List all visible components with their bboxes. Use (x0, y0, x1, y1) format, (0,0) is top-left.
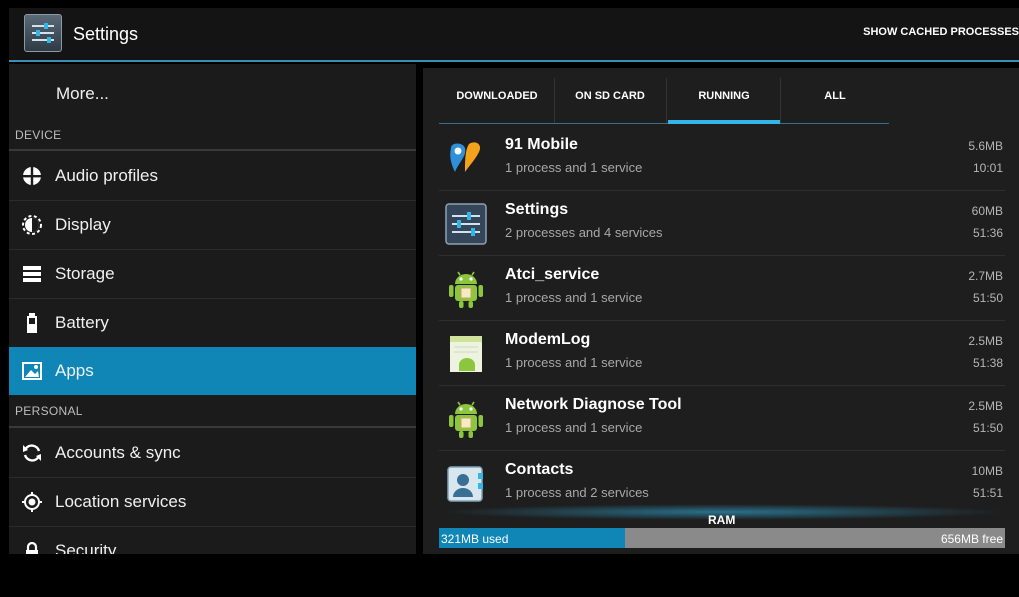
process-detail: 1 process and 1 service (505, 420, 643, 435)
process-detail: 1 process and 1 service (505, 160, 643, 175)
divider (9, 149, 416, 151)
action-bar-divider (9, 60, 1019, 62)
more-label: More... (56, 84, 109, 103)
process-uptime: 51:38 (972, 356, 1003, 370)
sidebar-item-label: Security (55, 541, 117, 554)
sidebar-item-label: Apps (55, 361, 94, 380)
sidebar-item-security[interactable]: Security (9, 527, 416, 554)
sidebar-item-storage[interactable]: Storage (9, 250, 416, 298)
tab-on-sd-card[interactable]: ON SD CARD (555, 68, 665, 124)
ram-label: RAM (708, 513, 736, 527)
process-memory: 60MB (971, 204, 1003, 218)
running-apps-panel: DOWNLOADED ON SD CARD RUNNING ALL 91 Mob… (423, 68, 1019, 554)
process-uptime: 10:01 (972, 161, 1003, 175)
process-uptime: 51:50 (972, 291, 1003, 305)
tab-running[interactable]: RUNNING (668, 68, 780, 124)
process-name: Settings (505, 201, 569, 218)
process-detail: 1 process and 1 service (505, 290, 643, 305)
settings-app-icon[interactable] (24, 14, 62, 52)
process-memory: 5.6MB (968, 139, 1003, 153)
process-memory: 10MB (971, 464, 1003, 478)
process-name: Contacts (505, 461, 574, 478)
page-title: Settings (73, 24, 139, 44)
selected-tab-indicator (668, 120, 780, 124)
ram-free-text: 656MB free (940, 532, 1003, 546)
lock-icon (19, 538, 45, 554)
process-uptime: 51:36 (972, 226, 1003, 240)
process-name: Network Diagnose Tool (505, 396, 682, 413)
process-detail: 2 processes and 4 services (505, 225, 663, 240)
sync-icon (19, 440, 45, 466)
list-item[interactable]: Contacts 1 process and 2 services 10MB 5… (439, 451, 1005, 503)
more-item[interactable]: More... (9, 70, 416, 118)
ram-usage-bar: 321MB used 656MB free (439, 528, 1005, 548)
process-name: Atci_service (505, 266, 600, 283)
sidebar-item-label: Storage (55, 264, 115, 283)
personal-header: PERSONAL (15, 404, 83, 418)
sidebar-item-accounts-sync[interactable]: Accounts & sync (9, 429, 416, 477)
tab-downloaded[interactable]: DOWNLOADED (443, 68, 551, 124)
tab-all[interactable]: ALL (781, 68, 889, 124)
list-item[interactable]: ModemLog 1 process and 1 service 2.5MB 5… (439, 321, 1005, 385)
device-header: DEVICE (15, 128, 62, 142)
process-detail: 1 process and 2 services (505, 485, 649, 500)
process-name: ModemLog (505, 331, 591, 348)
list-item[interactable]: 91 Mobile 1 process and 1 service 5.6MB … (439, 126, 1005, 190)
list-item[interactable]: Atci_service 1 process and 1 service 2.7… (439, 256, 1005, 320)
action-bar: Settings SHOW CACHED PROCESSES (9, 8, 1019, 60)
sidebar-item-battery[interactable]: Battery (9, 299, 416, 347)
sidebar-item-display[interactable]: Display (9, 201, 416, 249)
modemlog-icon (445, 333, 487, 375)
sidebar-item-label: Battery (55, 313, 109, 332)
process-uptime: 51:50 (972, 421, 1003, 435)
sidebar-item-location-services[interactable]: Location services (9, 478, 416, 526)
apps-icon (19, 358, 45, 384)
process-name: 91 Mobile (505, 136, 578, 153)
display-icon (19, 212, 45, 238)
process-memory: 2.5MB (968, 399, 1003, 413)
process-memory: 2.7MB (968, 269, 1003, 283)
audio-profiles-icon (19, 163, 45, 189)
ram-used-text: 321MB used (441, 532, 509, 546)
settings-list: More... DEVICE Audio profiles Display St… (9, 64, 416, 554)
process-detail: 1 process and 1 service (505, 355, 643, 370)
sidebar-item-label: Display (55, 215, 111, 234)
location-icon (19, 489, 45, 515)
divider (9, 426, 416, 428)
process-uptime: 51:51 (972, 486, 1003, 500)
show-cached-processes-button[interactable]: SHOW CACHED PROCESSES (863, 26, 1019, 38)
sidebar-item-apps[interactable]: Apps (9, 347, 416, 395)
tab-bar-underline (439, 123, 889, 124)
sidebar-item-label: Accounts & sync (55, 443, 181, 462)
sidebar-item-label: Location services (55, 492, 187, 511)
list-item[interactable]: Settings 2 processes and 4 services 60MB… (439, 191, 1005, 255)
sidebar-item-label: Audio profiles (55, 166, 159, 185)
list-item[interactable]: Network Diagnose Tool 1 process and 1 se… (439, 386, 1005, 450)
sidebar-item-audio-profiles[interactable]: Audio profiles (9, 152, 416, 200)
battery-icon (19, 310, 45, 336)
android-icon (445, 398, 487, 440)
contacts-icon (445, 463, 487, 503)
91-mobile-icon (445, 138, 487, 180)
android-icon (445, 268, 487, 310)
settings-icon (445, 203, 487, 245)
process-memory: 2.5MB (968, 334, 1003, 348)
tab-divider (666, 78, 667, 124)
storage-icon (19, 261, 45, 287)
